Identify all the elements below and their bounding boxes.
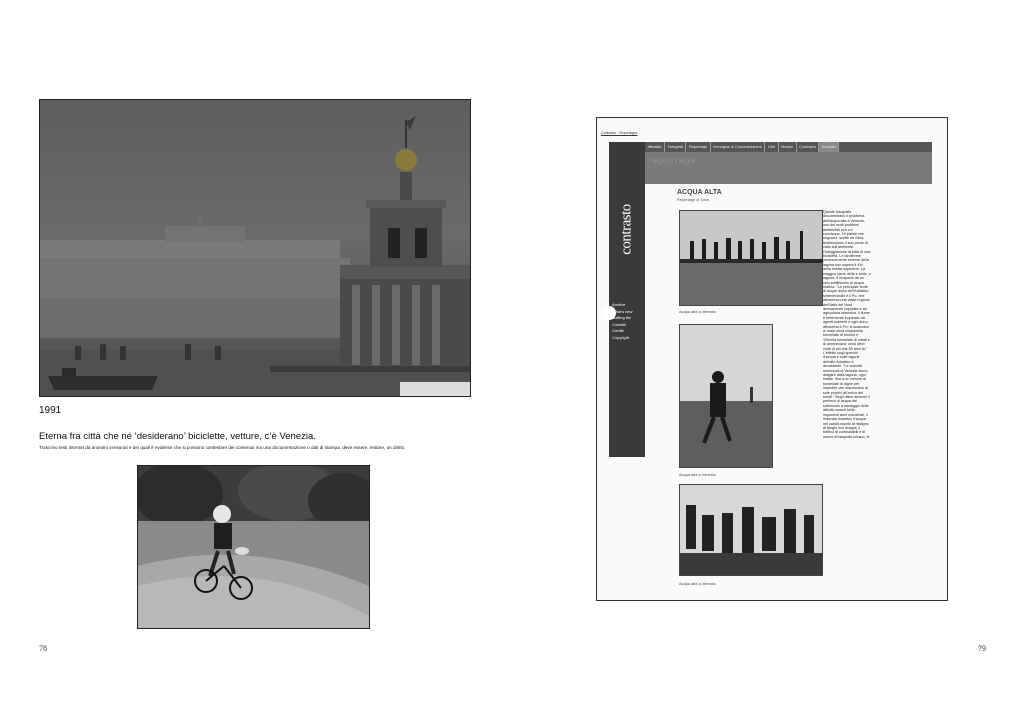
article-title: ACQUA ALTA [677,189,722,196]
scan-header: Contrasto · Reportages [601,131,638,135]
caption-text: Trascrivo testi internet da anonimi cens… [39,445,406,450]
website-printout-scan: Contrasto · Reportages contrasto Archive… [596,117,948,601]
site-nav-bar: Attualità Fotografi Reportage Immagine &… [645,142,932,152]
photo-2-drawing [680,325,772,467]
article-subtitle: Reportage di Silva [677,197,709,202]
nav-item[interactable]: Attualità [645,142,666,152]
section-heading: Eterna fra città che né ‘desiderano’ bic… [39,431,316,442]
nav-item[interactable]: Fotografi [665,142,687,152]
photo-caption-3: Acqua alta a Venezia. [679,581,717,586]
side-menu-item[interactable]: Copyright [612,335,645,342]
site-sidebar: contrasto Archive What's new Mailing lis… [602,142,645,457]
acqua-alta-photo-1 [679,210,823,306]
nav-item[interactable]: Immagine & Comunicazione [711,142,766,152]
site-banner: reportage [645,152,932,184]
nav-item[interactable]: Reportage [686,142,711,152]
year-label: 1991 [39,405,62,416]
venice-fog-photo [39,99,471,397]
cyclist-park-photo [137,465,370,629]
acqua-alta-photo-2 [679,324,773,468]
nav-item[interactable]: Mostre [779,142,797,152]
fog-photo-drawing [40,116,470,396]
photo-1-drawing [680,211,822,305]
side-menu: Archive What's new Mailing list Contatti… [612,302,645,341]
acqua-alta-photo-3 [679,484,823,576]
nav-item[interactable]: Libri [765,142,779,152]
page-number-left: 78 [39,644,47,653]
photo-caption-1: Acqua alta a Venezia. [679,309,717,314]
banner-text: reportage [649,155,697,165]
article-body-text: Queste fotografie documentano il problem… [823,210,871,439]
nav-item[interactable]: Contrasto [797,142,820,152]
page-number-right: 79 [978,644,986,653]
photo-caption-2: Acqua alta a Venezia. [679,472,717,477]
photo-3-drawing [680,505,822,575]
brand-logo: contrasto [618,204,635,255]
nav-item-active[interactable]: Archivio [819,142,840,152]
bike-photo-drawing [138,466,369,628]
